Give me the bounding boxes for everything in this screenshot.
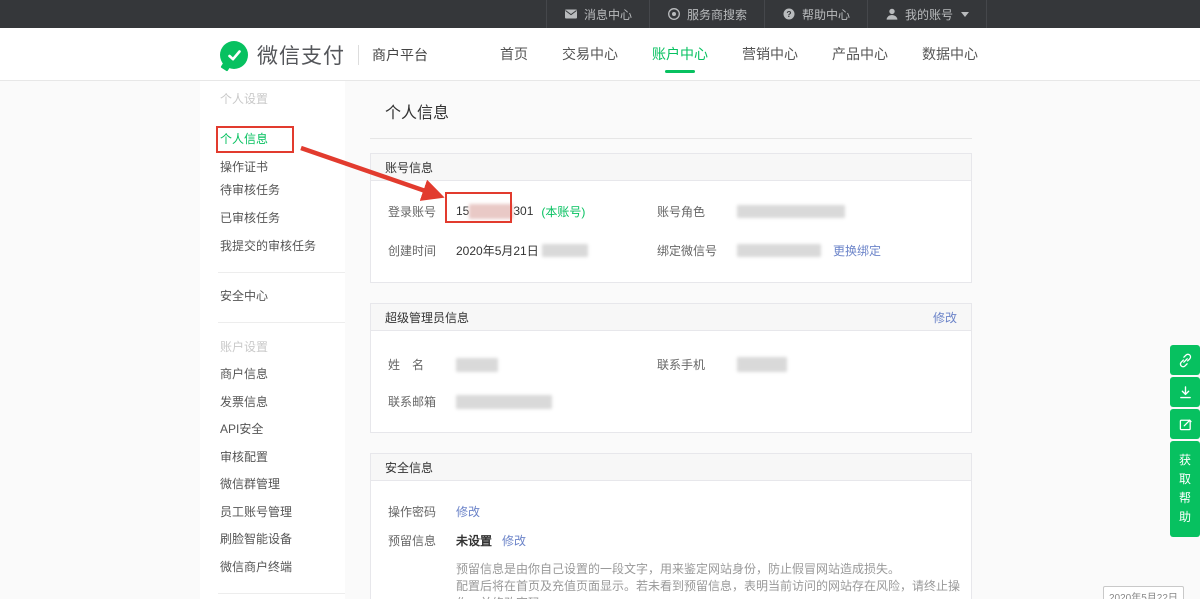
brand-name: 微信支付 [257,40,345,70]
sidebar-item-reviewed-tasks[interactable]: 已审核任务 [220,204,280,232]
sidebar-item-personal-info[interactable]: 个人信息 [220,125,268,153]
sidebar-item-review-config[interactable]: 审核配置 [220,443,268,471]
contact-email-label: 联系邮箱 [388,393,456,410]
sidebar-item-pending-review-tasks[interactable]: 待审核任务 [220,176,280,204]
sidebar-header-personal-settings: 个人设置 [220,85,268,113]
topbar-item-label: 消息中心 [584,6,632,23]
chevron-down-icon [961,12,969,17]
current-account-note: (本账号) [541,203,585,220]
page-body: 个人设置 个人信息 操作证书 待审核任务 已审核任务 我提交的审核任务 安全中心… [0,81,1200,599]
redacted-account-role [737,205,845,218]
sidebar-header-account-settings: 账户设置 [220,333,268,361]
link-button[interactable] [1170,345,1200,375]
user-icon [885,7,899,21]
nav-item-marketing-center[interactable]: 营销中心 [742,28,798,81]
reserved-info-value: 未设置 [456,532,492,549]
nav-item-account-center[interactable]: 账户中心 [652,28,708,81]
account-info-card-header: 账号信息 [371,154,971,181]
target-icon [667,7,681,21]
reserved-info-description: 预留信息是由你自己设置的一段文字，用来鉴定网站身份，防止假冒网站造成损失。 配置… [456,561,971,599]
redacted-contact-phone [737,357,787,372]
sidebar-item-wechat-merchant-terminal[interactable]: 微信商户终端 [220,553,292,581]
login-account-label: 登录账号 [388,203,456,220]
sidebar-divider [218,593,345,594]
topbar-item-label: 服务商搜索 [687,6,747,23]
feedback-button[interactable] [1170,409,1200,439]
sidebar-item-merchant-info[interactable]: 商户信息 [220,360,268,388]
password-modify-link[interactable]: 修改 [456,503,480,520]
topbar-item-provider-search[interactable]: 服务商搜索 [649,0,764,28]
edit-icon [1177,416,1194,433]
redacted-wechat-id [737,244,821,257]
brand-divider [358,45,359,65]
security-info-card: 安全信息 操作密码 修改 预留信息 未设置 修改 预留信息是由你自己设置的一段文… [370,453,972,599]
super-admin-card: 超级管理员信息 修改 姓 名 联系手机 联系邮箱 [370,303,972,433]
contact-phone-label: 联系手机 [657,356,737,373]
account-info-card-title: 账号信息 [385,159,433,176]
sidebar-divider [218,322,345,323]
nav-item-home[interactable]: 首页 [500,28,528,81]
super-admin-card-header: 超级管理员信息 修改 [371,304,971,331]
header: 微信支付 商户平台 首页 交易中心 账户中心 营销中心 产品中心 数据中心 [0,28,1200,81]
topbar-item-label: 帮助中心 [802,6,850,23]
redacted-created-time [542,244,588,257]
bound-wechat-label: 绑定微信号 [657,242,737,259]
download-icon [1177,384,1194,401]
security-info-card-header: 安全信息 [371,454,971,481]
security-info-card-title: 安全信息 [385,459,433,476]
created-time-label: 创建时间 [388,242,456,259]
sidebar-divider [218,272,345,273]
sidebar-item-invoice-info[interactable]: 发票信息 [220,388,268,416]
description-line: 配置后将在首页及充值页面显示。若未看到预留信息，表明当前访问的网站存在风险，请终… [456,578,971,599]
topbar: 消息中心 服务商搜索 ? 帮助中心 我的账号 [0,0,1200,28]
get-help-label: 获取帮助 [1179,451,1192,527]
link-icon [1177,352,1194,369]
account-info-card: 账号信息 登录账号 15301 (本账号) 账号角色 创建时间 2020年5月2… [370,153,972,283]
sidebar-item-wechat-group-management[interactable]: 微信群管理 [220,470,280,498]
title-divider [370,138,972,139]
sidebar-item-face-smart-device[interactable]: 刷脸智能设备 [220,525,292,553]
download-button[interactable] [1170,377,1200,407]
sidebar-item-staff-account-management[interactable]: 员工账号管理 [220,498,292,526]
topbar-item-label: 我的账号 [905,6,953,23]
date-tooltip: 2020年5月22日 [1103,586,1184,599]
redacted-login-middle [469,204,513,219]
redacted-admin-name [456,358,498,372]
sidebar-item-my-submitted-review-tasks[interactable]: 我提交的审核任务 [220,232,316,260]
brand-portal-label: 商户平台 [372,45,428,65]
svg-text:?: ? [786,9,791,19]
nav-item-transaction-center[interactable]: 交易中心 [562,28,618,81]
main-nav: 首页 交易中心 账户中心 营销中心 产品中心 数据中心 [500,28,978,80]
reserved-info-label: 预留信息 [388,532,456,549]
reserved-modify-link[interactable]: 修改 [502,532,526,549]
wechat-pay-logo-icon [220,41,248,69]
redacted-contact-email [456,395,552,409]
page-title: 个人信息 [370,81,972,138]
topbar-item-message-center[interactable]: 消息中心 [546,0,649,28]
get-help-button[interactable]: 获取帮助 [1170,441,1200,537]
floating-action-bar: 获取帮助 [1170,345,1200,537]
nav-item-product-center[interactable]: 产品中心 [832,28,888,81]
question-icon: ? [782,7,796,21]
sidebar-item-api-security[interactable]: API安全 [220,415,263,443]
login-account-value: 15301 [456,204,533,219]
topbar-item-my-account[interactable]: 我的账号 [867,0,987,28]
admin-name-label: 姓 名 [388,356,456,373]
sidebar-item-security-center[interactable]: 安全中心 [220,282,268,310]
change-binding-link[interactable]: 更换绑定 [833,242,881,259]
nav-item-data-center[interactable]: 数据中心 [922,28,978,81]
sidebar: 个人设置 个人信息 操作证书 待审核任务 已审核任务 我提交的审核任务 安全中心… [200,81,345,599]
main-content: 个人信息 账号信息 登录账号 15301 (本账号) 账号角色 创 [370,81,972,599]
admin-modify-link[interactable]: 修改 [933,309,957,326]
description-line: 预留信息是由你自己设置的一段文字，用来鉴定网站身份，防止假冒网站造成损失。 [456,561,971,578]
created-time-value: 2020年5月21日 [456,242,539,259]
operation-password-label: 操作密码 [388,503,456,520]
super-admin-card-title: 超级管理员信息 [385,309,469,326]
envelope-icon [564,7,578,21]
account-role-label: 账号角色 [657,203,737,220]
brand: 微信支付 商户平台 [220,40,428,70]
topbar-item-help-center[interactable]: ? 帮助中心 [764,0,867,28]
